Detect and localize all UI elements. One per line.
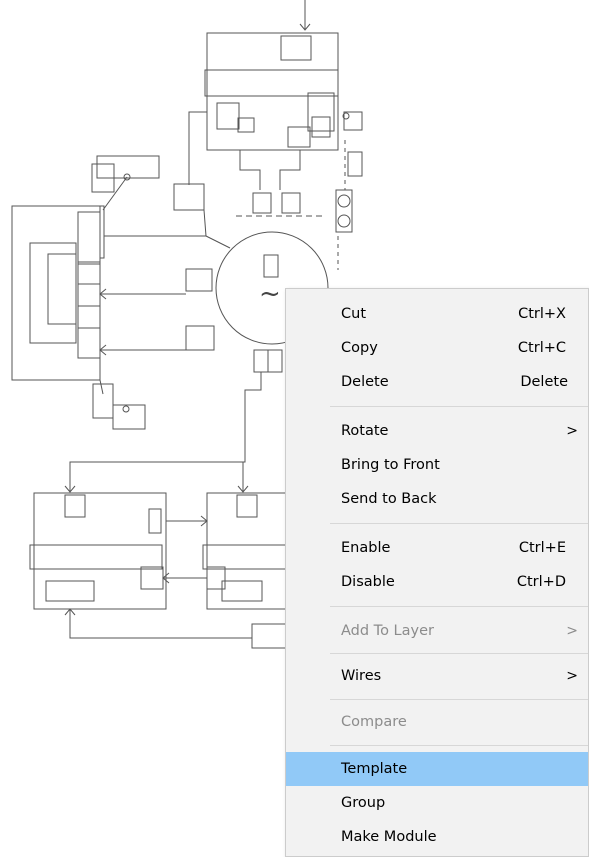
generator-symbol: ~ bbox=[259, 279, 281, 309]
menu-item-send-to-back-label: Send to Back bbox=[341, 491, 437, 507]
menu-item-group-label: Group bbox=[341, 795, 386, 811]
menu-item-copy-shortcut: Ctrl+C bbox=[517, 340, 566, 356]
menu-item-enable[interactable]: Enable Ctrl+E bbox=[286, 531, 588, 565]
menu-separator bbox=[330, 523, 588, 524]
submenu-arrow-icon: > bbox=[566, 423, 578, 439]
menu-item-wires[interactable]: Wires > bbox=[286, 659, 588, 693]
menu-separator bbox=[330, 406, 588, 407]
menu-item-delete-shortcut: Delete bbox=[520, 374, 568, 390]
menu-separator bbox=[330, 606, 588, 607]
menu-item-bring-to-front-label: Bring to Front bbox=[341, 457, 440, 473]
menu-item-disable[interactable]: Disable Ctrl+D bbox=[286, 565, 588, 599]
menu-item-delete-label: Delete bbox=[341, 374, 389, 390]
menu-item-send-to-back[interactable]: Send to Back bbox=[286, 482, 588, 516]
menu-item-cut-label: Cut bbox=[341, 306, 366, 322]
menu-item-enable-shortcut: Ctrl+E bbox=[518, 540, 566, 556]
menu-item-rotate-label: Rotate bbox=[341, 423, 389, 439]
menu-item-group[interactable]: Group bbox=[286, 786, 588, 820]
submenu-arrow-icon: > bbox=[566, 623, 578, 639]
menu-item-bring-to-front[interactable]: Bring to Front bbox=[286, 448, 588, 482]
menu-item-disable-shortcut: Ctrl+D bbox=[516, 574, 566, 590]
menu-separator bbox=[330, 745, 588, 746]
context-menu: Cut Ctrl+X Copy Ctrl+C Delete Delete Rot… bbox=[285, 288, 589, 857]
submenu-arrow-icon: > bbox=[566, 668, 578, 684]
menu-item-template[interactable]: Template bbox=[286, 752, 588, 786]
menu-item-delete[interactable]: Delete Delete bbox=[286, 365, 588, 399]
menu-item-compare: Compare bbox=[286, 705, 588, 739]
menu-item-cut[interactable]: Cut Ctrl+X bbox=[286, 297, 588, 331]
menu-item-template-label: Template bbox=[341, 761, 408, 777]
menu-item-add-to-layer-label: Add To Layer bbox=[341, 623, 434, 639]
menu-item-add-to-layer: Add To Layer > bbox=[286, 614, 588, 648]
menu-item-copy[interactable]: Copy Ctrl+C bbox=[286, 331, 588, 365]
menu-item-copy-label: Copy bbox=[341, 340, 378, 356]
menu-separator bbox=[330, 699, 588, 700]
menu-item-wires-label: Wires bbox=[341, 668, 382, 684]
menu-item-enable-label: Enable bbox=[341, 540, 391, 556]
menu-item-cut-shortcut: Ctrl+X bbox=[518, 306, 566, 322]
menu-item-compare-label: Compare bbox=[341, 714, 407, 730]
menu-item-make-module-label: Make Module bbox=[341, 829, 437, 845]
menu-item-make-module[interactable]: Make Module bbox=[286, 820, 588, 854]
menu-item-disable-label: Disable bbox=[341, 574, 395, 590]
menu-separator bbox=[330, 653, 588, 654]
menu-item-rotate[interactable]: Rotate > bbox=[286, 414, 588, 448]
